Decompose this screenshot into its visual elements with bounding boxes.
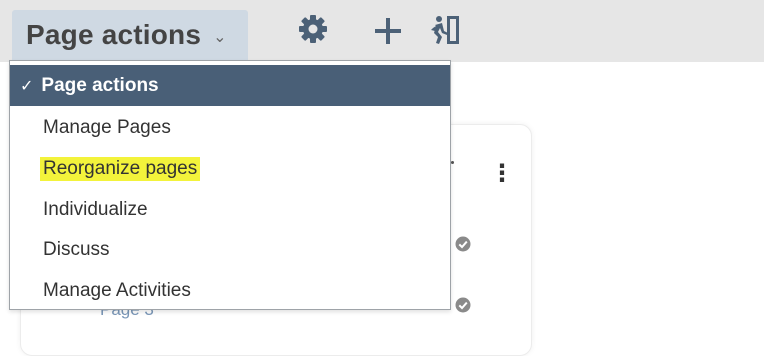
- card-dot: [451, 161, 454, 164]
- page-actions-select[interactable]: Page actions ⌄: [12, 10, 248, 60]
- check-circle-icon: [455, 297, 471, 318]
- plus-icon[interactable]: [374, 17, 402, 50]
- menu-item-label-highlighted: Reorganize pages: [40, 156, 201, 181]
- page-actions-select-label: Page actions: [26, 19, 202, 50]
- toolbar: Page actions ⌄: [0, 0, 764, 62]
- chevron-down-icon: ⌄: [213, 29, 227, 46]
- menu-item-page-actions[interactable]: ✓ Page actions: [10, 65, 450, 106]
- gear-icon[interactable]: [298, 14, 328, 49]
- menu-item-discuss[interactable]: Discuss: [10, 229, 450, 270]
- menu-item-individualize[interactable]: Individualize: [10, 189, 450, 230]
- menu-item-label: Discuss: [43, 238, 110, 260]
- exit-icon[interactable]: [429, 14, 461, 51]
- menu-item-label: Page actions: [41, 74, 159, 96]
- menu-item-manage-activities[interactable]: Manage Activities: [10, 270, 450, 311]
- menu-item-manage-pages[interactable]: Manage Pages: [10, 107, 450, 148]
- check-icon: ✓: [20, 77, 34, 95]
- menu-item-label: Manage Pages: [43, 116, 171, 138]
- kebab-menu-icon[interactable]: ⋮: [490, 162, 514, 186]
- menu-item-label: Individualize: [43, 198, 148, 220]
- page-actions-menu: ✓ Page actions Manage Pages Reorganize p…: [9, 60, 451, 310]
- check-circle-icon: [455, 236, 471, 257]
- menu-item-reorganize-pages[interactable]: Reorganize pages: [10, 148, 450, 189]
- menu-item-label: Manage Activities: [43, 279, 191, 301]
